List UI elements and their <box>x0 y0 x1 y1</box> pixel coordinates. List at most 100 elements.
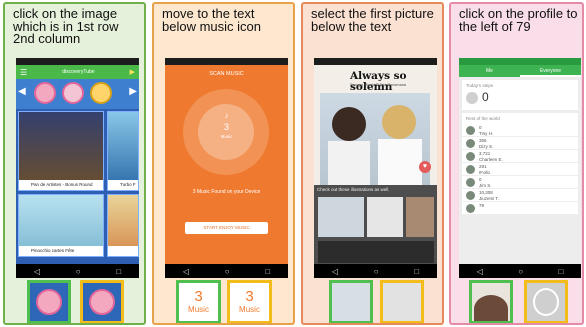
recent-apps-icon[interactable]: □ <box>116 267 121 276</box>
option-music-text[interactable]: 3 Music <box>176 280 221 323</box>
step-count: 0 <box>479 125 482 130</box>
video-caption: Pan de Artistes - Bonus Round <box>19 180 103 190</box>
profile-name: Jim S. <box>479 182 492 188</box>
option-music-text[interactable]: 3 Music <box>227 280 272 323</box>
option-label: Music <box>188 305 209 314</box>
today-card: Today's steps 0 <box>462 80 578 110</box>
task-panel-3: select the first picture below the text … <box>301 2 444 325</box>
leaderboard-row[interactable]: 0 Tiny H. <box>462 124 578 137</box>
instruction-text: select the first picture below the text <box>311 6 434 34</box>
screen-title: SCAN MUSIC <box>209 71 244 77</box>
answer-options <box>451 280 582 323</box>
leaderboard-row[interactable]: 0 Jim S. <box>462 176 578 189</box>
profile-avatar[interactable] <box>466 152 475 161</box>
tab-me[interactable]: Me <box>459 65 520 77</box>
profile-photo <box>474 295 508 321</box>
option-picture[interactable] <box>380 280 424 323</box>
tab-everyone[interactable]: Everyone <box>520 65 581 77</box>
profile-name: Dizy S. <box>479 143 494 149</box>
character-hair <box>382 105 416 139</box>
leaderboard-row[interactable]: 356 Dizy S. <box>462 137 578 150</box>
back-icon[interactable]: ◁ <box>477 267 483 276</box>
related-strip: Check out these illustrations as well. <box>314 185 437 265</box>
profile-avatar[interactable] <box>466 126 475 135</box>
character-avatar[interactable] <box>90 82 112 104</box>
character-hair <box>332 107 366 141</box>
profile-name: Tiny H. <box>479 130 494 136</box>
arrow-right-icon[interactable]: ▶ <box>129 86 137 97</box>
back-icon[interactable]: ◁ <box>332 267 338 276</box>
favorite-icon[interactable]: ♥ <box>419 161 431 173</box>
music-count-label: Music <box>220 134 233 139</box>
character-avatar[interactable] <box>62 82 84 104</box>
app-header: ☰ discoveryTube ▶ <box>16 65 139 79</box>
profile-avatar[interactable] <box>466 139 475 148</box>
video-tile[interactable]: Pan de Artistes - Bonus Round <box>18 111 104 191</box>
profile-name: Jiuzemi T. <box>479 195 499 201</box>
menu-icon[interactable]: ☰ <box>20 68 27 77</box>
status-bar <box>314 58 437 65</box>
pig-face <box>89 289 115 315</box>
home-icon[interactable]: ○ <box>225 267 230 276</box>
strip-caption: Check out these illustrations as well. <box>317 187 390 192</box>
status-bar <box>459 58 581 65</box>
cover-illustration[interactable] <box>320 93 430 185</box>
android-nav-bar: ◁ ○ □ <box>459 264 581 278</box>
answer-options: 3 Music 3 Music <box>154 280 293 323</box>
default-avatar-icon <box>533 288 559 316</box>
related-picture[interactable] <box>367 197 403 237</box>
status-bar <box>165 58 288 65</box>
recent-apps-icon[interactable]: □ <box>265 267 270 276</box>
task-panel-4: click on the profile to the left of 79 M… <box>449 2 584 325</box>
related-picture[interactable] <box>318 241 434 263</box>
video-tile[interactable]: Turbo F <box>107 111 139 191</box>
leaderboard-row[interactable]: 3,721 Charleen E. <box>462 150 578 163</box>
profile-avatar[interactable] <box>466 191 475 200</box>
app-title: discoveryTube <box>62 69 95 75</box>
music-scan-screen: SCAN MUSIC ♪ 3 Music 3 Music Found on yo… <box>165 65 288 264</box>
related-picture[interactable] <box>318 197 364 237</box>
video-grid: Pan de Artistes - Bonus Round Turbo F Pi… <box>16 109 139 264</box>
leaderboard-row[interactable]: 10,308 Jiuzemi T. <box>462 189 578 202</box>
home-icon[interactable]: ○ <box>76 267 81 276</box>
option-profile-photo[interactable] <box>469 280 513 323</box>
option-label: Music <box>239 305 260 314</box>
answer-options <box>303 280 442 323</box>
recent-apps-icon[interactable]: □ <box>414 267 419 276</box>
home-icon[interactable]: ○ <box>518 267 523 276</box>
option-picture[interactable] <box>329 280 373 323</box>
option-profile-photo[interactable] <box>524 280 568 323</box>
video-tile[interactable] <box>107 194 139 257</box>
leaderboard-row[interactable]: 79 <box>462 202 578 215</box>
video-tile[interactable]: Pinocchio cartes Fête <box>18 194 104 257</box>
recent-apps-icon[interactable]: □ <box>558 267 563 276</box>
back-icon[interactable]: ◁ <box>183 267 189 276</box>
related-picture[interactable] <box>406 197 434 237</box>
profile-avatar[interactable] <box>466 204 475 213</box>
phone-screenshot: Me Everyone Today's steps 0 Rest of the … <box>459 58 581 278</box>
profile-avatar[interactable] <box>466 178 475 187</box>
character-shirt <box>378 139 422 185</box>
android-nav-bar: ◁ ○ □ <box>165 264 288 278</box>
arrow-left-icon[interactable]: ◀ <box>18 86 26 97</box>
step-count: 10,308 <box>479 190 493 195</box>
step-count: 79 <box>479 203 485 208</box>
instruction-text: move to the text below music icon <box>162 6 261 34</box>
character-shirt <box>328 141 370 185</box>
character-avatar[interactable] <box>34 82 56 104</box>
option-character-image[interactable] <box>27 280 71 323</box>
leaderboard-row[interactable]: 291 IFollo <box>462 163 578 176</box>
start-enjoy-music-button[interactable]: START ENJOY MUSIC <box>185 222 268 234</box>
home-icon[interactable]: ○ <box>374 267 379 276</box>
profile-avatar[interactable] <box>466 165 475 174</box>
profile-name: Charleen E. <box>479 156 503 162</box>
instruction-text: click on the image which is in 1st row 2… <box>13 6 119 46</box>
phone-screenshot: ☰ discoveryTube ▶ ◀ ▶ Pan de Artistes - … <box>16 58 139 278</box>
today-label: Today's steps <box>466 83 494 88</box>
option-character-image[interactable] <box>80 280 124 323</box>
play-icon[interactable]: ▶ <box>130 68 135 76</box>
user-avatar <box>466 92 478 104</box>
video-caption: Pinocchio cartes Fête <box>19 246 103 256</box>
instruction-text: click on the profile to the left of 79 <box>459 6 578 34</box>
back-icon[interactable]: ◁ <box>34 267 40 276</box>
